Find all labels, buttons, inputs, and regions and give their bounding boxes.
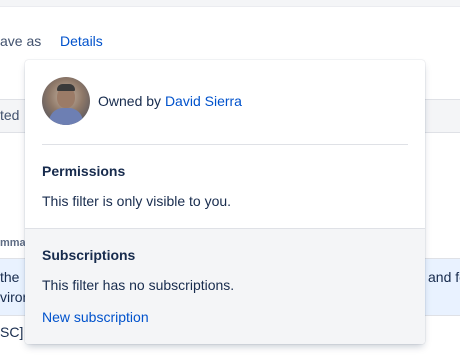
- avatar: [42, 77, 90, 125]
- details-link[interactable]: Details: [60, 33, 103, 49]
- avatar-hair-shape: [57, 84, 75, 91]
- table-cell-text: and fe: [428, 269, 460, 285]
- results-header-text: ted: [0, 107, 20, 123]
- new-subscription-link[interactable]: New subscription: [42, 309, 149, 325]
- owner-row: Owned by David Sierra: [42, 77, 242, 125]
- table-cell-text: the: [0, 269, 20, 285]
- permissions-text: This filter is only visible to you.: [42, 193, 232, 209]
- subscriptions-text: This filter has no subscriptions.: [42, 277, 235, 293]
- owner-label: Owned by David Sierra: [98, 93, 242, 109]
- column-header-summary[interactable]: mma: [0, 237, 26, 249]
- filter-details-popover: Owned by David Sierra Permissions This f…: [25, 60, 425, 344]
- save-as-button[interactable]: ave as: [0, 33, 41, 49]
- subscriptions-heading: Subscriptions: [42, 247, 136, 263]
- owner-name-link[interactable]: David Sierra: [165, 93, 242, 109]
- top-toolbar-strip: [0, 0, 460, 7]
- subscriptions-section: Subscriptions This filter has no subscri…: [25, 228, 425, 344]
- permissions-heading: Permissions: [42, 163, 126, 179]
- divider: [42, 144, 408, 145]
- avatar-body-shape: [49, 108, 83, 125]
- owner-prefix: Owned by: [98, 93, 162, 109]
